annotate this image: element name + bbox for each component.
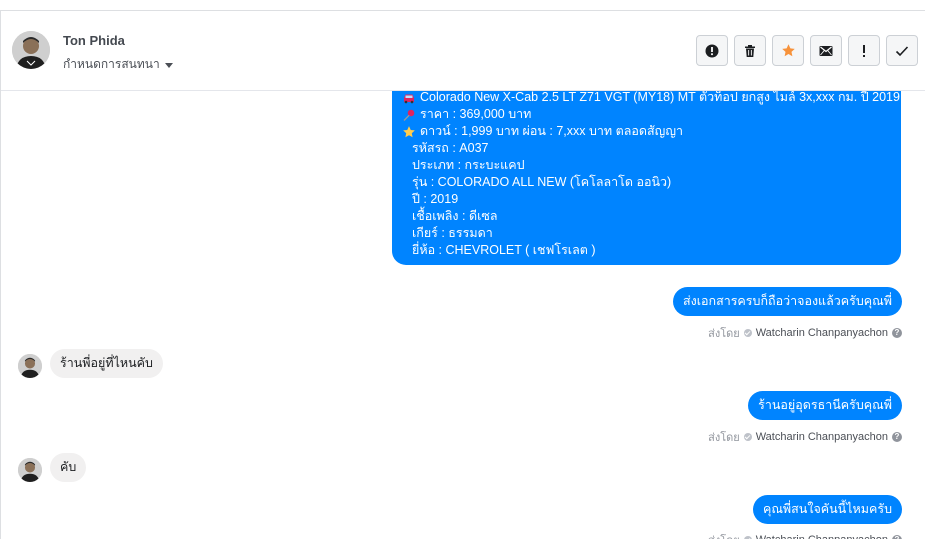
envelope-icon xyxy=(819,45,833,56)
contact-avatar-small[interactable] xyxy=(18,354,42,378)
car-title-row: Colorado New X-Cab 2.5 LT Z71 VGT (MY18)… xyxy=(402,91,900,106)
car-listing-message: Colorado New X-Cab 2.5 LT Z71 VGT (MY18)… xyxy=(392,91,901,265)
conversation-header: Ton Phida กำหนดการสนทนา xyxy=(1,11,925,91)
car-model: รุ่น : COLORADO ALL NEW (โคโลลาโด ออนิว) xyxy=(412,175,672,189)
sent-by-prefix: ส่งโดย xyxy=(708,531,740,539)
follow-up-button[interactable] xyxy=(848,35,880,66)
mark-spam-button[interactable] xyxy=(696,35,728,66)
sent-by-agent[interactable]: Watcharin Chanpanyachon xyxy=(756,534,888,539)
sent-by-prefix: ส่งโดย xyxy=(708,328,740,340)
sent-by-info: ส่งโดย Watcharin Chanpanyachon ? xyxy=(708,531,902,539)
car-title: Colorado New X-Cab 2.5 LT Z71 VGT (MY18)… xyxy=(420,91,900,104)
help-icon[interactable]: ? xyxy=(892,535,902,539)
contact-name: Ton Phida xyxy=(63,33,125,48)
conversation-toolbar xyxy=(696,35,918,66)
car-price: ราคา : 369,000 บาท xyxy=(420,107,532,121)
car-icon xyxy=(404,94,414,103)
verified-icon xyxy=(743,329,752,337)
star-icon xyxy=(781,44,795,57)
contact-avatar-small[interactable] xyxy=(18,458,42,482)
car-year: ปี : 2019 xyxy=(412,192,459,206)
incoming-message: คับ xyxy=(50,453,87,482)
sent-by-info: ส่งโดย Watcharin Chanpanyachon ? xyxy=(708,324,902,342)
car-price-row: ราคา : 369,000 บาท xyxy=(402,106,891,123)
conversation-panel: Ton Phida กำหนดการสนทนา Colorado New X-C… xyxy=(0,10,925,539)
incoming-message: ร้านพี่อยู่ที่ไหนคับ xyxy=(50,349,163,378)
conversation-schedule-dropdown[interactable]: กำหนดการสนทนา xyxy=(63,55,173,74)
outgoing-message: คุณพี่สนใจคันนี้ไหมครับ xyxy=(752,495,902,524)
star-emoji-icon xyxy=(403,125,415,137)
car-fuel: เชื้อเพลิง : ดีเซล xyxy=(412,209,498,223)
trash-icon xyxy=(745,44,755,57)
car-type: ประเภท : กระบะแคป xyxy=(412,158,525,172)
car-gear: เกียร์ : ธรรมดา xyxy=(412,226,493,240)
sent-by-prefix: ส่งโดย xyxy=(708,432,740,444)
delete-button[interactable] xyxy=(734,35,766,66)
conversation-schedule-label: กำหนดการสนทนา xyxy=(63,57,160,71)
mark-unread-button[interactable] xyxy=(810,35,842,66)
check-icon xyxy=(895,45,909,56)
caret-down-icon xyxy=(164,62,173,68)
help-icon[interactable]: ? xyxy=(892,328,902,338)
contact-avatar[interactable] xyxy=(12,31,50,69)
sent-by-agent[interactable]: Watcharin Chanpanyachon xyxy=(756,327,888,339)
help-icon[interactable]: ? xyxy=(892,432,902,442)
sent-by-agent[interactable]: Watcharin Chanpanyachon xyxy=(756,431,888,443)
outgoing-message: ส่งเอกสารครบก็ถือว่าจองแล้วครับคุณพี่ xyxy=(672,287,902,316)
sent-by-info: ส่งโดย Watcharin Chanpanyachon ? xyxy=(708,428,902,446)
outgoing-message: ร้านอยู่อุดรธานีครับคุณพี่ xyxy=(748,391,902,420)
alert-circle-icon xyxy=(705,44,719,57)
car-code: รหัสรถ : A037 xyxy=(412,141,489,155)
pushpin-icon xyxy=(403,109,415,121)
car-brand: ยี่ห้อ : CHEVROLET ( เชฟโรเลต ) xyxy=(412,243,596,257)
mark-done-button[interactable] xyxy=(886,35,918,66)
exclamation-icon xyxy=(863,44,865,57)
star-button[interactable] xyxy=(772,35,804,66)
car-down-row: ดาวน์ : 1,999 บาท ผ่อน : 7,xxx บาท ตลอดส… xyxy=(402,123,891,140)
car-down-payment: ดาวน์ : 1,999 บาท ผ่อน : 7,xxx บาท ตลอดส… xyxy=(420,124,684,138)
verified-icon xyxy=(743,433,752,441)
message-thread[interactable]: Colorado New X-Cab 2.5 LT Z71 VGT (MY18)… xyxy=(1,91,925,539)
